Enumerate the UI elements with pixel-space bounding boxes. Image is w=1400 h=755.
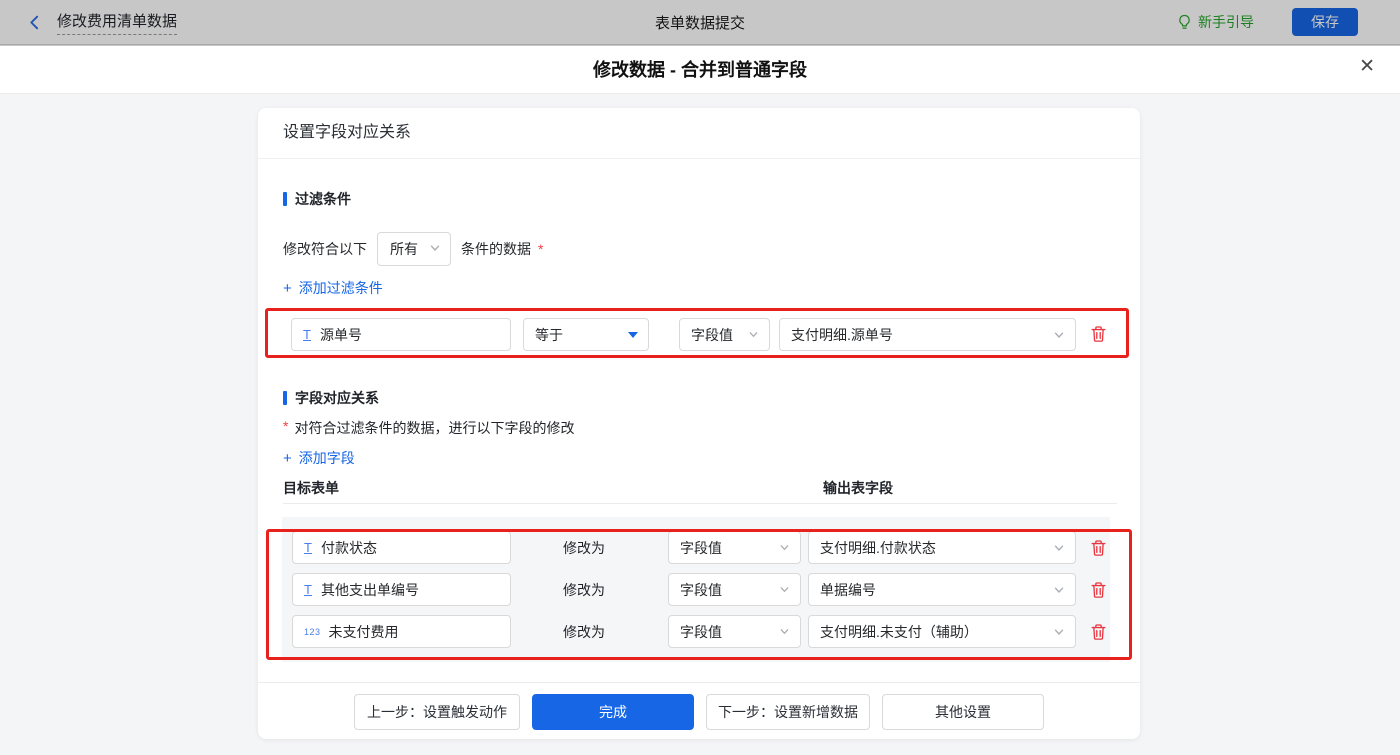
filter-value-select[interactable]: 支付明细.源单号 xyxy=(779,318,1076,351)
value-type: 字段值 xyxy=(680,622,722,642)
filter-operator-value: 等于 xyxy=(535,325,563,345)
trash-icon xyxy=(1090,623,1107,641)
match-suffix-label: 条件的数据 xyxy=(461,239,531,259)
match-prefix-label: 修改符合以下 xyxy=(283,239,367,259)
filter-field-select[interactable]: T 源单号 xyxy=(291,318,511,351)
column-header-output-field: 输出表字段 xyxy=(823,478,893,498)
divider xyxy=(258,682,1140,683)
text-field-type-icon: T xyxy=(304,540,312,555)
output-field-select[interactable]: 单据编号 xyxy=(808,573,1076,606)
target-field-select[interactable]: T 付款状态 xyxy=(292,531,511,564)
delete-mapping-row-button[interactable] xyxy=(1088,580,1108,600)
filter-section-label: 过滤条件 xyxy=(295,189,351,209)
section-accent-bar xyxy=(283,391,287,405)
close-icon[interactable]: ✕ xyxy=(1359,57,1375,76)
text-field-type-icon: T xyxy=(304,582,312,597)
filter-value-type: 字段值 xyxy=(691,325,733,345)
modify-as-label: 修改为 xyxy=(553,580,615,600)
done-button[interactable]: 完成 xyxy=(532,694,694,730)
section-accent-bar xyxy=(283,192,287,206)
output-field-value: 支付明细.付款状态 xyxy=(820,538,936,558)
required-mark: * xyxy=(283,418,288,434)
add-field-label: 添加字段 xyxy=(299,448,355,468)
output-field-select[interactable]: 支付明细.未支付（辅助） xyxy=(808,615,1076,648)
beginner-guide-label: 新手引导 xyxy=(1198,12,1254,32)
mapping-description-row: * 对符合过滤条件的数据，进行以下字段的修改 xyxy=(283,418,574,438)
value-type: 字段值 xyxy=(680,538,722,558)
match-mode-value: 所有 xyxy=(390,239,418,259)
caret-down-icon xyxy=(628,332,638,338)
dialog-title: 修改数据 - 合并到普通字段 xyxy=(593,56,807,82)
target-field-select[interactable]: 123 未支付费用 xyxy=(292,615,511,648)
filter-section-title: 过滤条件 xyxy=(283,189,351,209)
filter-value-type-select[interactable]: 字段值 xyxy=(679,318,770,351)
dialog-footer: 上一步：设置触发动作 完成 下一步：设置新增数据 其他设置 xyxy=(258,694,1140,730)
filter-value: 支付明细.源单号 xyxy=(791,325,893,345)
target-field-select[interactable]: T 其他支出单编号 xyxy=(292,573,511,606)
trash-icon xyxy=(1090,325,1107,343)
text-field-type-icon: T xyxy=(303,327,311,342)
trash-icon xyxy=(1090,539,1107,557)
output-field-select[interactable]: 支付明细.付款状态 xyxy=(808,531,1076,564)
mapping-row: T 付款状态 修改为 字段值 支付明细.付款状态 xyxy=(258,531,1140,564)
chevron-down-icon xyxy=(1053,542,1065,554)
top-bar: 修改费用清单数据 表单数据提交 新手引导 保存 xyxy=(0,0,1400,45)
modify-as-label: 修改为 xyxy=(553,538,615,558)
beginner-guide-link[interactable]: 新手引导 xyxy=(1177,12,1254,32)
mapping-row: 123 未支付费用 修改为 字段值 支付明细.未支付（辅助） xyxy=(258,615,1140,648)
chevron-down-icon xyxy=(1053,626,1065,638)
output-field-value: 支付明细.未支付（辅助） xyxy=(820,622,978,642)
required-mark: * xyxy=(538,241,543,257)
mapping-row: T 其他支出单编号 修改为 字段值 单据编号 xyxy=(258,573,1140,606)
output-field-value: 单据编号 xyxy=(820,580,876,600)
card-title: 设置字段对应关系 xyxy=(283,108,411,158)
divider xyxy=(283,503,1117,504)
plus-icon: + xyxy=(283,280,292,297)
field-mapping-card: 设置字段对应关系 过滤条件 修改符合以下 所有 条件的数据 * + 添加过滤条件… xyxy=(258,108,1140,739)
save-button[interactable]: 保存 xyxy=(1292,8,1358,36)
chevron-down-icon xyxy=(429,241,441,257)
chevron-down-icon xyxy=(748,329,759,340)
filter-field-value: 源单号 xyxy=(320,325,362,345)
value-type: 字段值 xyxy=(680,580,722,600)
delete-filter-row-button[interactable] xyxy=(1088,324,1108,344)
plus-icon: + xyxy=(283,450,292,467)
dialog-header: 修改数据 - 合并到普通字段 ✕ xyxy=(0,45,1400,94)
flow-name[interactable]: 修改费用清单数据 xyxy=(57,10,177,35)
delete-mapping-row-button[interactable] xyxy=(1088,538,1108,558)
modify-as-label: 修改为 xyxy=(553,622,615,642)
add-field-link[interactable]: + 添加字段 xyxy=(283,448,355,468)
value-type-select[interactable]: 字段值 xyxy=(668,573,801,606)
filter-operator-select[interactable]: 等于 xyxy=(523,318,649,351)
app-screen: 修改费用清单数据 表单数据提交 新手引导 保存 修改数据 - 合并到普通字段 ✕… xyxy=(0,0,1400,755)
target-field-value: 未支付费用 xyxy=(329,622,399,642)
chevron-down-icon xyxy=(779,542,790,553)
target-field-value: 付款状态 xyxy=(321,538,377,558)
delete-mapping-row-button[interactable] xyxy=(1088,622,1108,642)
lightbulb-icon xyxy=(1177,14,1192,30)
mapping-description: 对符合过滤条件的数据，进行以下字段的修改 xyxy=(294,418,574,438)
value-type-select[interactable]: 字段值 xyxy=(668,615,801,648)
prev-step-button[interactable]: 上一步：设置触发动作 xyxy=(354,694,520,730)
target-field-value: 其他支出单编号 xyxy=(321,580,419,600)
match-mode-select[interactable]: 所有 xyxy=(377,232,451,266)
back-icon[interactable] xyxy=(26,14,43,31)
trash-icon xyxy=(1090,581,1107,599)
chevron-down-icon xyxy=(1053,329,1065,341)
number-field-type-icon: 123 xyxy=(304,627,321,637)
add-filter-condition-link[interactable]: + 添加过滤条件 xyxy=(283,278,383,298)
value-type-select[interactable]: 字段值 xyxy=(668,531,801,564)
chevron-down-icon xyxy=(1053,584,1065,596)
mapping-section-title: 字段对应关系 xyxy=(283,388,379,408)
divider xyxy=(258,158,1140,159)
match-mode-row: 修改符合以下 所有 条件的数据 * xyxy=(283,232,543,266)
chevron-down-icon xyxy=(779,584,790,595)
chevron-down-icon xyxy=(779,626,790,637)
mapping-section-label: 字段对应关系 xyxy=(295,388,379,408)
other-settings-button[interactable]: 其他设置 xyxy=(882,694,1044,730)
column-header-target-form: 目标表单 xyxy=(283,478,339,498)
page-title: 表单数据提交 xyxy=(655,12,745,33)
next-step-button[interactable]: 下一步：设置新增数据 xyxy=(706,694,870,730)
add-filter-condition-label: 添加过滤条件 xyxy=(299,278,383,298)
